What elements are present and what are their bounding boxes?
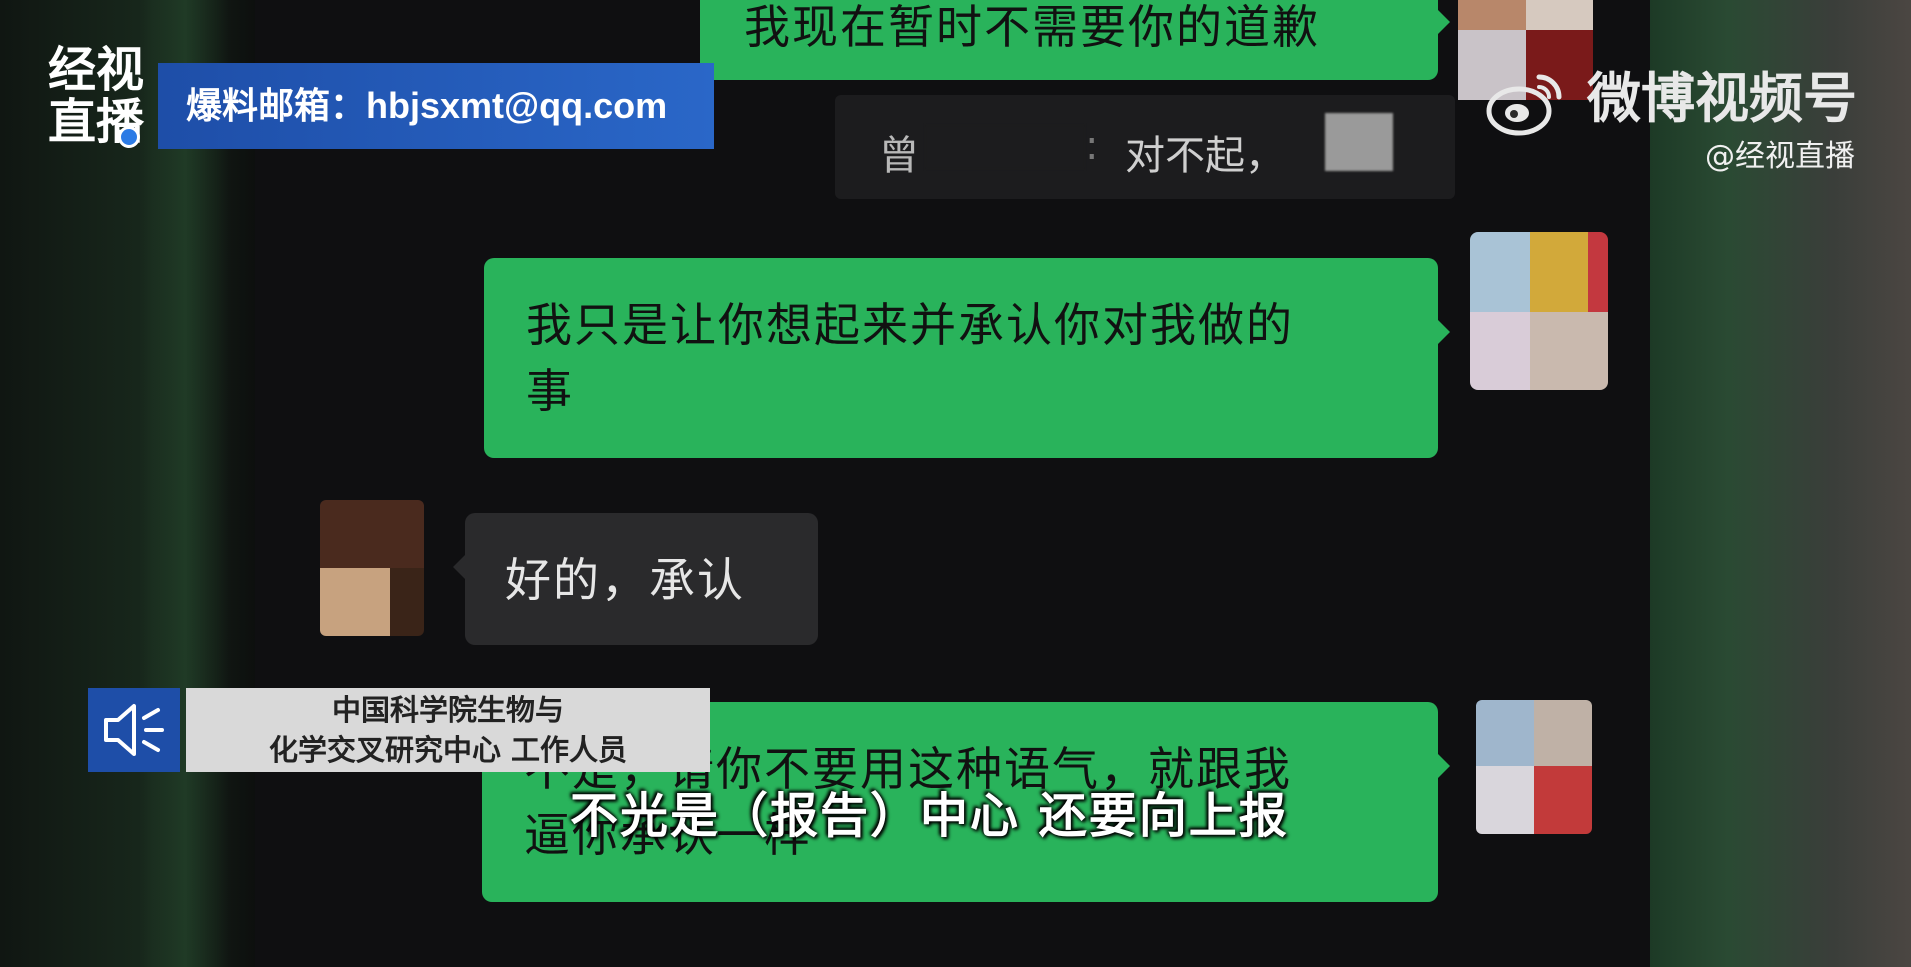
chat-message-outgoing: 我现在暂时不需要你的道歉 — [700, 0, 1450, 80]
video-subtitle: 不光是（报告）中心 还要向上报 — [570, 788, 1289, 844]
avatar-self — [1476, 700, 1592, 834]
weibo-watermark: 微博视频号 @经视直播 — [1485, 55, 1865, 174]
quoted-message: 曾 : 对不起， — [835, 95, 1455, 199]
chat-message-outgoing: 我只是让你想起来并承认你对我做的 事 — [484, 258, 1450, 458]
speaker-org-line2: 化学交叉研究中心 工作人员 — [268, 733, 628, 767]
watermark-handle: @经视直播 — [1705, 139, 1855, 174]
message-text-line2: 事 — [526, 364, 574, 418]
speaker-icon — [104, 704, 164, 756]
quote-sender: 曾 — [879, 133, 919, 179]
speaker-org-line1: 中国科学院生物与 — [331, 693, 564, 727]
logo-text-line1: 经视 — [48, 42, 145, 98]
weibo-icon — [1486, 74, 1562, 136]
chat-message-incoming: 好的，承认 — [453, 513, 818, 645]
logo-globe-icon — [118, 126, 140, 148]
redacted-emoji — [1325, 113, 1393, 171]
quote-text: 对不起， — [1125, 133, 1285, 179]
speaker-badge — [88, 688, 180, 772]
avatar-self — [1470, 232, 1608, 390]
redacted-name — [925, 125, 1085, 169]
watermark-name: 微博视频号 — [1587, 67, 1857, 130]
message-text: 好的，承认 — [505, 553, 745, 607]
quote-separator-icon: : — [1085, 123, 1099, 169]
tip-email-text: 爆料邮箱：hbjsxmt@qq.com — [186, 85, 668, 126]
speaker-name-plate: 中国科学院生物与 化学交叉研究中心 工作人员 — [186, 688, 710, 772]
message-text-line1: 我只是让你想起来并承认你对我做的 — [526, 298, 1294, 352]
tip-email-banner: 爆料邮箱：hbjsxmt@qq.com — [158, 63, 714, 149]
avatar-contact — [320, 500, 424, 636]
message-text: 我现在暂时不需要你的道歉 — [744, 0, 1320, 54]
